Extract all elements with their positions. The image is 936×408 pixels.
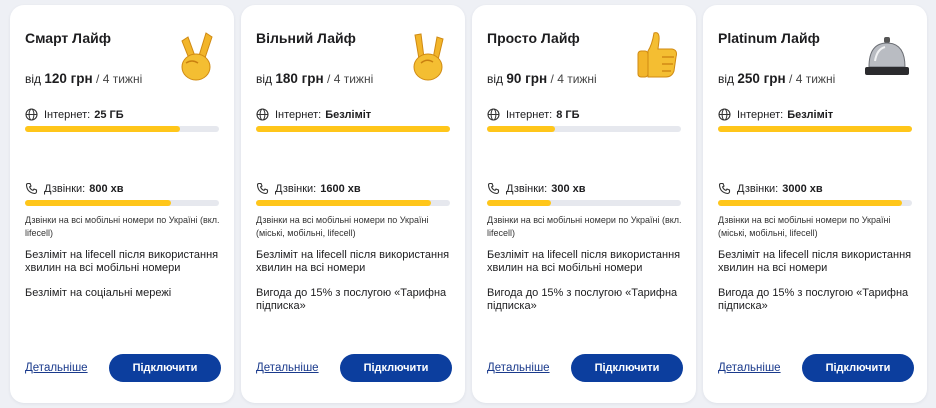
calls-note: Дзвінки на всі мобільні номери по Україн…	[25, 215, 220, 238]
calls-progress-fill	[718, 200, 903, 206]
connect-button[interactable]: Підключити	[340, 354, 452, 382]
feature-1: Безліміт на lifecell після використання …	[718, 249, 912, 274]
internet-value: Безліміт	[325, 108, 372, 121]
calls-label: Дзвінки:	[275, 182, 317, 195]
internet-row: Інтернет: Безліміт	[718, 108, 833, 121]
tariff-title: Вільний Лайф	[256, 30, 356, 46]
phone-icon	[256, 182, 269, 195]
feature-2: Вигода до 15% з послугою «Тарифна підпис…	[256, 287, 447, 312]
globe-icon	[25, 108, 38, 121]
calls-row: Дзвінки: 800 хв	[25, 182, 124, 195]
calls-row: Дзвінки: 300 хв	[487, 182, 586, 195]
tariff-cards: Смарт Лайф від 120 грн / 4 тижні Інтерне…	[0, 0, 936, 408]
internet-label: Інтернет:	[506, 108, 553, 121]
internet-progress-bar	[718, 126, 912, 132]
rock-hand-icon	[397, 27, 453, 83]
internet-progress-fill	[25, 126, 181, 132]
tariff-price: від 120 грн / 4 тижні	[25, 71, 142, 86]
feature-1: Безліміт на lifecell після використання …	[25, 249, 219, 274]
calls-progress-bar	[256, 200, 450, 206]
tariff-price: від 180 грн / 4 тижні	[256, 71, 373, 86]
internet-progress-bar	[25, 126, 219, 132]
feature-2: Вигода до 15% з послугою «Тарифна підпис…	[718, 287, 909, 312]
calls-label: Дзвінки:	[506, 182, 548, 195]
feature-2: Вигода до 15% з послугою «Тарифна підпис…	[487, 287, 678, 312]
calls-value: 800 хв	[89, 182, 124, 195]
feature-2: Безліміт на соціальні мережі	[25, 287, 172, 299]
tariff-title: Просто Лайф	[487, 30, 580, 46]
internet-value: 8 ГБ	[556, 108, 580, 121]
calls-row: Дзвінки: 1600 хв	[256, 182, 361, 195]
internet-value: Безліміт	[787, 108, 834, 121]
calls-progress-bar	[487, 200, 681, 206]
phone-icon	[25, 182, 38, 195]
price-amount: 250 грн	[737, 71, 786, 86]
feature-1: Безліміт на lifecell після використання …	[256, 249, 450, 274]
calls-note: Дзвінки на всі мобільні номери по Україн…	[487, 215, 682, 238]
tariff-title: Смарт Лайф	[25, 30, 111, 46]
price-prefix: від	[718, 72, 735, 86]
price-prefix: від	[487, 72, 504, 86]
price-period: / 4 тижні	[550, 72, 597, 86]
calls-label: Дзвінки:	[737, 182, 779, 195]
calls-value: 1600 хв	[320, 182, 361, 195]
internet-value: 25 ГБ	[94, 108, 124, 121]
calls-note: Дзвінки на всі мобільні номери по Україн…	[718, 215, 891, 238]
price-period: / 4 тижні	[327, 72, 374, 86]
feature-1: Безліміт на lifecell після використання …	[487, 249, 681, 274]
connect-button[interactable]: Підключити	[802, 354, 914, 382]
price-amount: 90 грн	[506, 71, 548, 86]
details-link[interactable]: Детальніше	[256, 362, 319, 374]
calls-progress-bar	[25, 200, 219, 206]
connect-button[interactable]: Підключити	[109, 354, 221, 382]
globe-icon	[256, 108, 269, 121]
internet-label: Інтернет:	[737, 108, 784, 121]
internet-progress-bar	[256, 126, 450, 132]
tariff-price: від 90 грн / 4 тижні	[487, 71, 597, 86]
internet-label: Інтернет:	[44, 108, 91, 121]
details-link[interactable]: Детальніше	[25, 362, 88, 374]
calls-label: Дзвінки:	[44, 182, 86, 195]
price-prefix: від	[256, 72, 273, 86]
price-prefix: від	[25, 72, 42, 86]
internet-progress-fill	[256, 126, 450, 132]
phone-icon	[487, 182, 500, 195]
victory-hand-icon	[166, 27, 222, 83]
internet-progress-bar	[487, 126, 681, 132]
connect-button[interactable]: Підключити	[571, 354, 683, 382]
tariff-title: Platinum Лайф	[718, 30, 820, 46]
calls-note: Дзвінки на всі мобільні номери по Україн…	[256, 215, 429, 238]
internet-row: Інтернет: Безліміт	[256, 108, 371, 121]
internet-row: Інтернет: 25 ГБ	[25, 108, 124, 121]
internet-label: Інтернет:	[275, 108, 322, 121]
internet-row: Інтернет: 8 ГБ	[487, 108, 580, 121]
price-period: / 4 тижні	[789, 72, 836, 86]
calls-value: 300 хв	[551, 182, 586, 195]
service-bell-icon	[859, 27, 915, 83]
details-link[interactable]: Детальніше	[487, 362, 550, 374]
tariff-price: від 250 грн / 4 тижні	[718, 71, 835, 86]
globe-icon	[487, 108, 500, 121]
price-amount: 180 грн	[275, 71, 324, 86]
phone-icon	[718, 182, 731, 195]
price-amount: 120 грн	[44, 71, 93, 86]
tariff-card-vilnyi-life: Вільний Лайф від 180 грн / 4 тижні Інтер…	[241, 5, 465, 403]
price-period: / 4 тижні	[96, 72, 143, 86]
internet-progress-fill	[487, 126, 555, 132]
calls-row: Дзвінки: 3000 хв	[718, 182, 823, 195]
details-link[interactable]: Детальніше	[718, 362, 781, 374]
tariff-card-prosto-life: Просто Лайф від 90 грн / 4 тижні Інтерне…	[472, 5, 696, 403]
calls-progress-fill	[487, 200, 552, 206]
calls-value: 3000 хв	[782, 182, 823, 195]
thumbs-up-icon	[628, 27, 684, 83]
globe-icon	[718, 108, 731, 121]
tariff-card-smart-life: Смарт Лайф від 120 грн / 4 тижні Інтерне…	[10, 5, 234, 403]
internet-progress-fill	[718, 126, 912, 132]
tariff-card-platinum-life: Platinum Лайф від 250 грн / 4 тижні Інте…	[703, 5, 927, 403]
calls-progress-fill	[25, 200, 171, 206]
calls-progress-bar	[718, 200, 912, 206]
calls-progress-fill	[256, 200, 431, 206]
